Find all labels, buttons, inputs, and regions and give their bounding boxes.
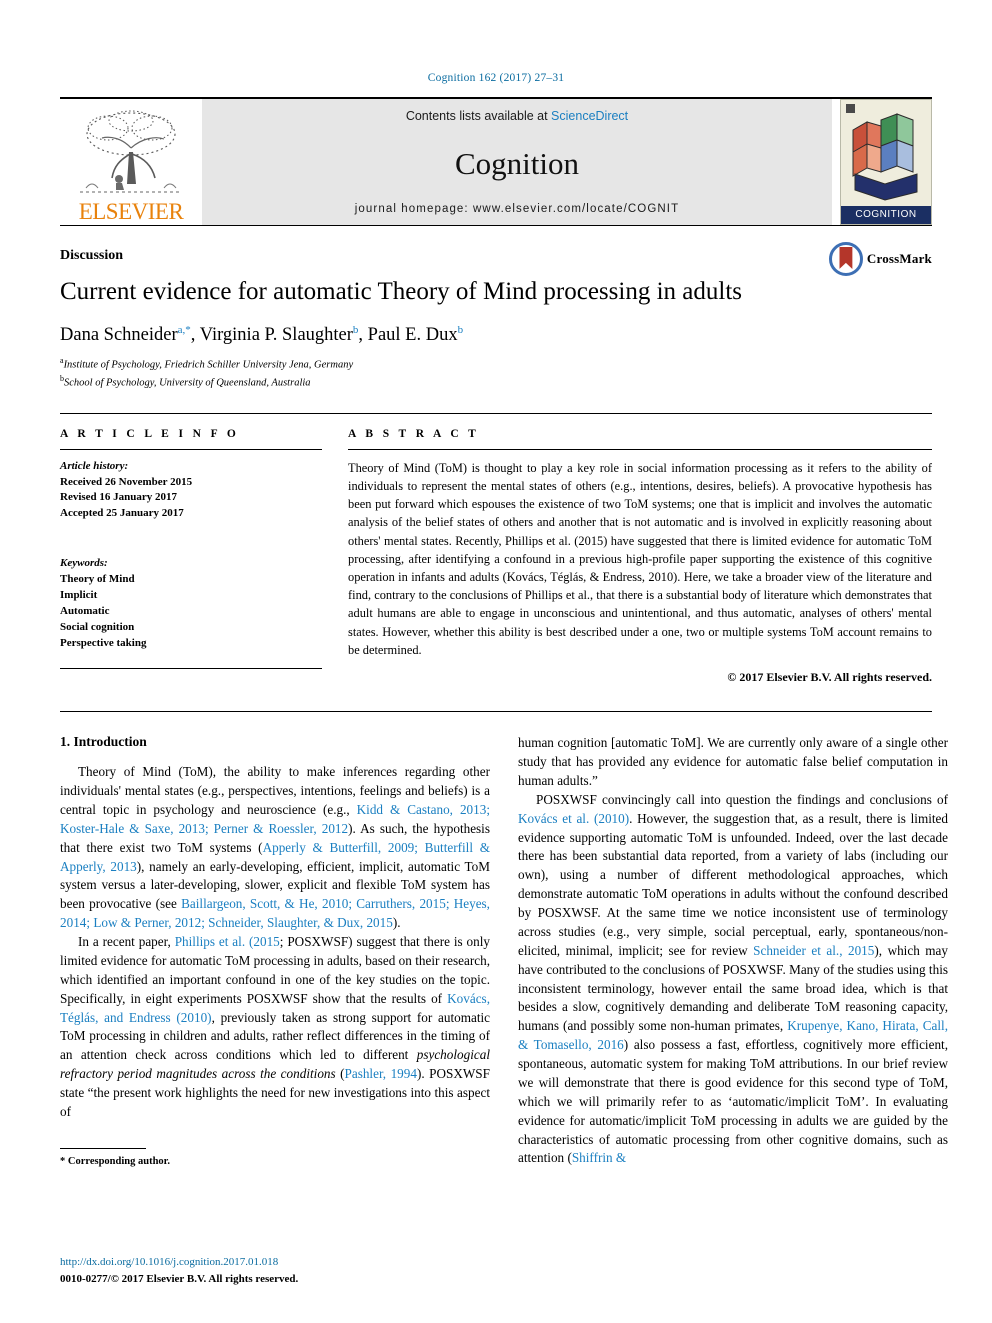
elsevier-wordmark: ELSEVIER xyxy=(78,199,184,224)
affiliation-a: aInstitute of Psychology, Friedrich Schi… xyxy=(60,355,932,373)
abstract-heading: A B S T R A C T xyxy=(348,427,480,440)
info-abstract-section: A R T I C L E I N F O Article history: R… xyxy=(60,412,932,686)
paper-page: Cognition 162 (2017) 27–31 ELSEVIER Cont… xyxy=(0,0,992,1323)
contents-line: Contents lists available at ScienceDirec… xyxy=(406,109,628,123)
page-title: Current evidence for automatic Theory of… xyxy=(60,278,742,305)
paragraph: In a recent paper, Phillips et al. (2015… xyxy=(60,933,490,1122)
citation-link[interactable]: Schneider et al., 2015 xyxy=(753,943,874,958)
abstract-rule xyxy=(348,448,932,450)
cognition-cover-icon xyxy=(841,100,931,205)
author-3-affiliation-marker[interactable]: b xyxy=(458,324,464,336)
author-list: Dana Schneidera,*, Virginia P. Slaughter… xyxy=(60,324,932,346)
body-column-right: human cognition [automatic ToM]. We are … xyxy=(518,734,948,1168)
keyword-item: Social cognition xyxy=(60,621,135,634)
crossmark-label: CrossMark xyxy=(866,251,932,266)
journal-homepage[interactable]: journal homepage: www.elsevier.com/locat… xyxy=(355,203,679,215)
keyword-item: Automatic xyxy=(60,605,110,618)
affiliation-a-text: Institute of Psychology, Friedrich Schil… xyxy=(63,359,354,371)
affiliation-b-text: School of Psychology, University of Quee… xyxy=(64,377,311,389)
citation-link[interactable]: Phillips et al. (2015 xyxy=(175,934,280,949)
paragraph: Theory of Mind (ToM), the ability to mak… xyxy=(60,763,490,933)
article-revised: Revised 16 January 2017 xyxy=(60,491,178,504)
corresponding-author-note: * Corresponding author. xyxy=(60,1155,170,1167)
author-1: Dana Schneider xyxy=(60,325,178,346)
sciencedirect-link[interactable]: ScienceDirect xyxy=(551,109,628,123)
running-head: Cognition 162 (2017) 27–31 xyxy=(427,72,565,84)
journal-masthead: ELSEVIER Contents lists available at Sci… xyxy=(60,97,932,225)
title-block: CrossMark Discussion Current evidence fo… xyxy=(60,225,932,391)
citation-link[interactable]: Shiffrin & xyxy=(572,1150,626,1165)
text-run: human cognition [automatic ToM]. We are … xyxy=(518,735,948,788)
abstract-column: A B S T R A C T Theory of Mind (ToM) is … xyxy=(348,428,932,686)
cover-journal-name: COGNITION xyxy=(841,205,931,224)
keyword-item: Implicit xyxy=(60,589,98,602)
article-accepted: Accepted 25 January 2017 xyxy=(60,507,184,520)
keywords-block: Keywords: Theory of Mind Implicit Automa… xyxy=(60,556,322,652)
section-heading-introduction: 1. Introduction xyxy=(60,734,147,750)
author-3: , Paul E. Dux xyxy=(358,325,458,346)
cover-artwork xyxy=(841,100,931,206)
paragraph: human cognition [automatic ToM]. We are … xyxy=(518,734,948,791)
article-info-column: A R T I C L E I N F O Article history: R… xyxy=(60,428,322,686)
body-columns: 1. Introduction Theory of Mind (ToM), th… xyxy=(60,711,948,1168)
article-info-rule xyxy=(60,448,322,450)
abstract-copyright: © 2017 Elsevier B.V. All rights reserved… xyxy=(727,670,932,685)
affiliation-b: bSchool of Psychology, University of Que… xyxy=(60,373,932,391)
journal-banner: Contents lists available at ScienceDirec… xyxy=(202,99,832,225)
keyword-item: Theory of Mind xyxy=(60,573,135,586)
text-run: ) also possess a fast, effortless, cogni… xyxy=(518,1037,948,1166)
doi-link[interactable]: http://dx.doi.org/10.1016/j.cognition.20… xyxy=(60,1254,298,1271)
author-1-affiliation-marker[interactable]: a,* xyxy=(178,324,191,336)
text-run: POSXWSF convincingly call into question … xyxy=(536,791,948,807)
citation-link[interactable]: Pashler, 1994 xyxy=(345,1066,417,1081)
footnote-block: * Corresponding author. xyxy=(60,1142,490,1167)
issn-copyright: 0010-0277/© 2017 Elsevier B.V. All right… xyxy=(60,1272,299,1285)
article-info-heading: A R T I C L E I N F O xyxy=(60,427,240,440)
article-history-label: Article history: xyxy=(60,459,129,472)
crossmark-badge[interactable]: CrossMark xyxy=(828,242,932,276)
paragraph: POSXWSF convincingly call into question … xyxy=(518,791,948,1169)
citation-link[interactable]: Kovács et al. (2010) xyxy=(518,811,629,826)
article-received: Received 26 November 2015 xyxy=(60,475,193,488)
text-run: . However, the suggestion that, as a res… xyxy=(518,810,948,958)
contents-prefix: Contents lists available at xyxy=(405,109,552,123)
keyword-item: Perspective taking xyxy=(60,637,147,650)
text-run: ( xyxy=(335,1066,345,1082)
article-section-label: Discussion xyxy=(60,248,124,263)
text-run: ). xyxy=(392,915,401,931)
article-info-bottom-rule xyxy=(60,667,322,669)
page-footer: http://dx.doi.org/10.1016/j.cognition.20… xyxy=(60,1254,298,1287)
text-run: In a recent paper, xyxy=(78,934,175,950)
footnote-rule xyxy=(60,1147,146,1149)
crossmark-icon xyxy=(828,242,863,276)
journal-cover: COGNITION xyxy=(840,99,932,225)
elsevier-tree-icon xyxy=(80,110,182,193)
article-history: Article history: Received 26 November 20… xyxy=(60,459,322,523)
elsevier-logo: ELSEVIER xyxy=(60,99,202,225)
author-2: , Virginia P. Slaughter xyxy=(190,325,353,346)
abstract-text: Theory of Mind (ToM) is thought to play … xyxy=(348,460,932,657)
journal-title: Cognition xyxy=(454,145,579,181)
keywords-label: Keywords: xyxy=(60,557,108,570)
body-column-left: 1. Introduction Theory of Mind (ToM), th… xyxy=(60,734,490,1168)
